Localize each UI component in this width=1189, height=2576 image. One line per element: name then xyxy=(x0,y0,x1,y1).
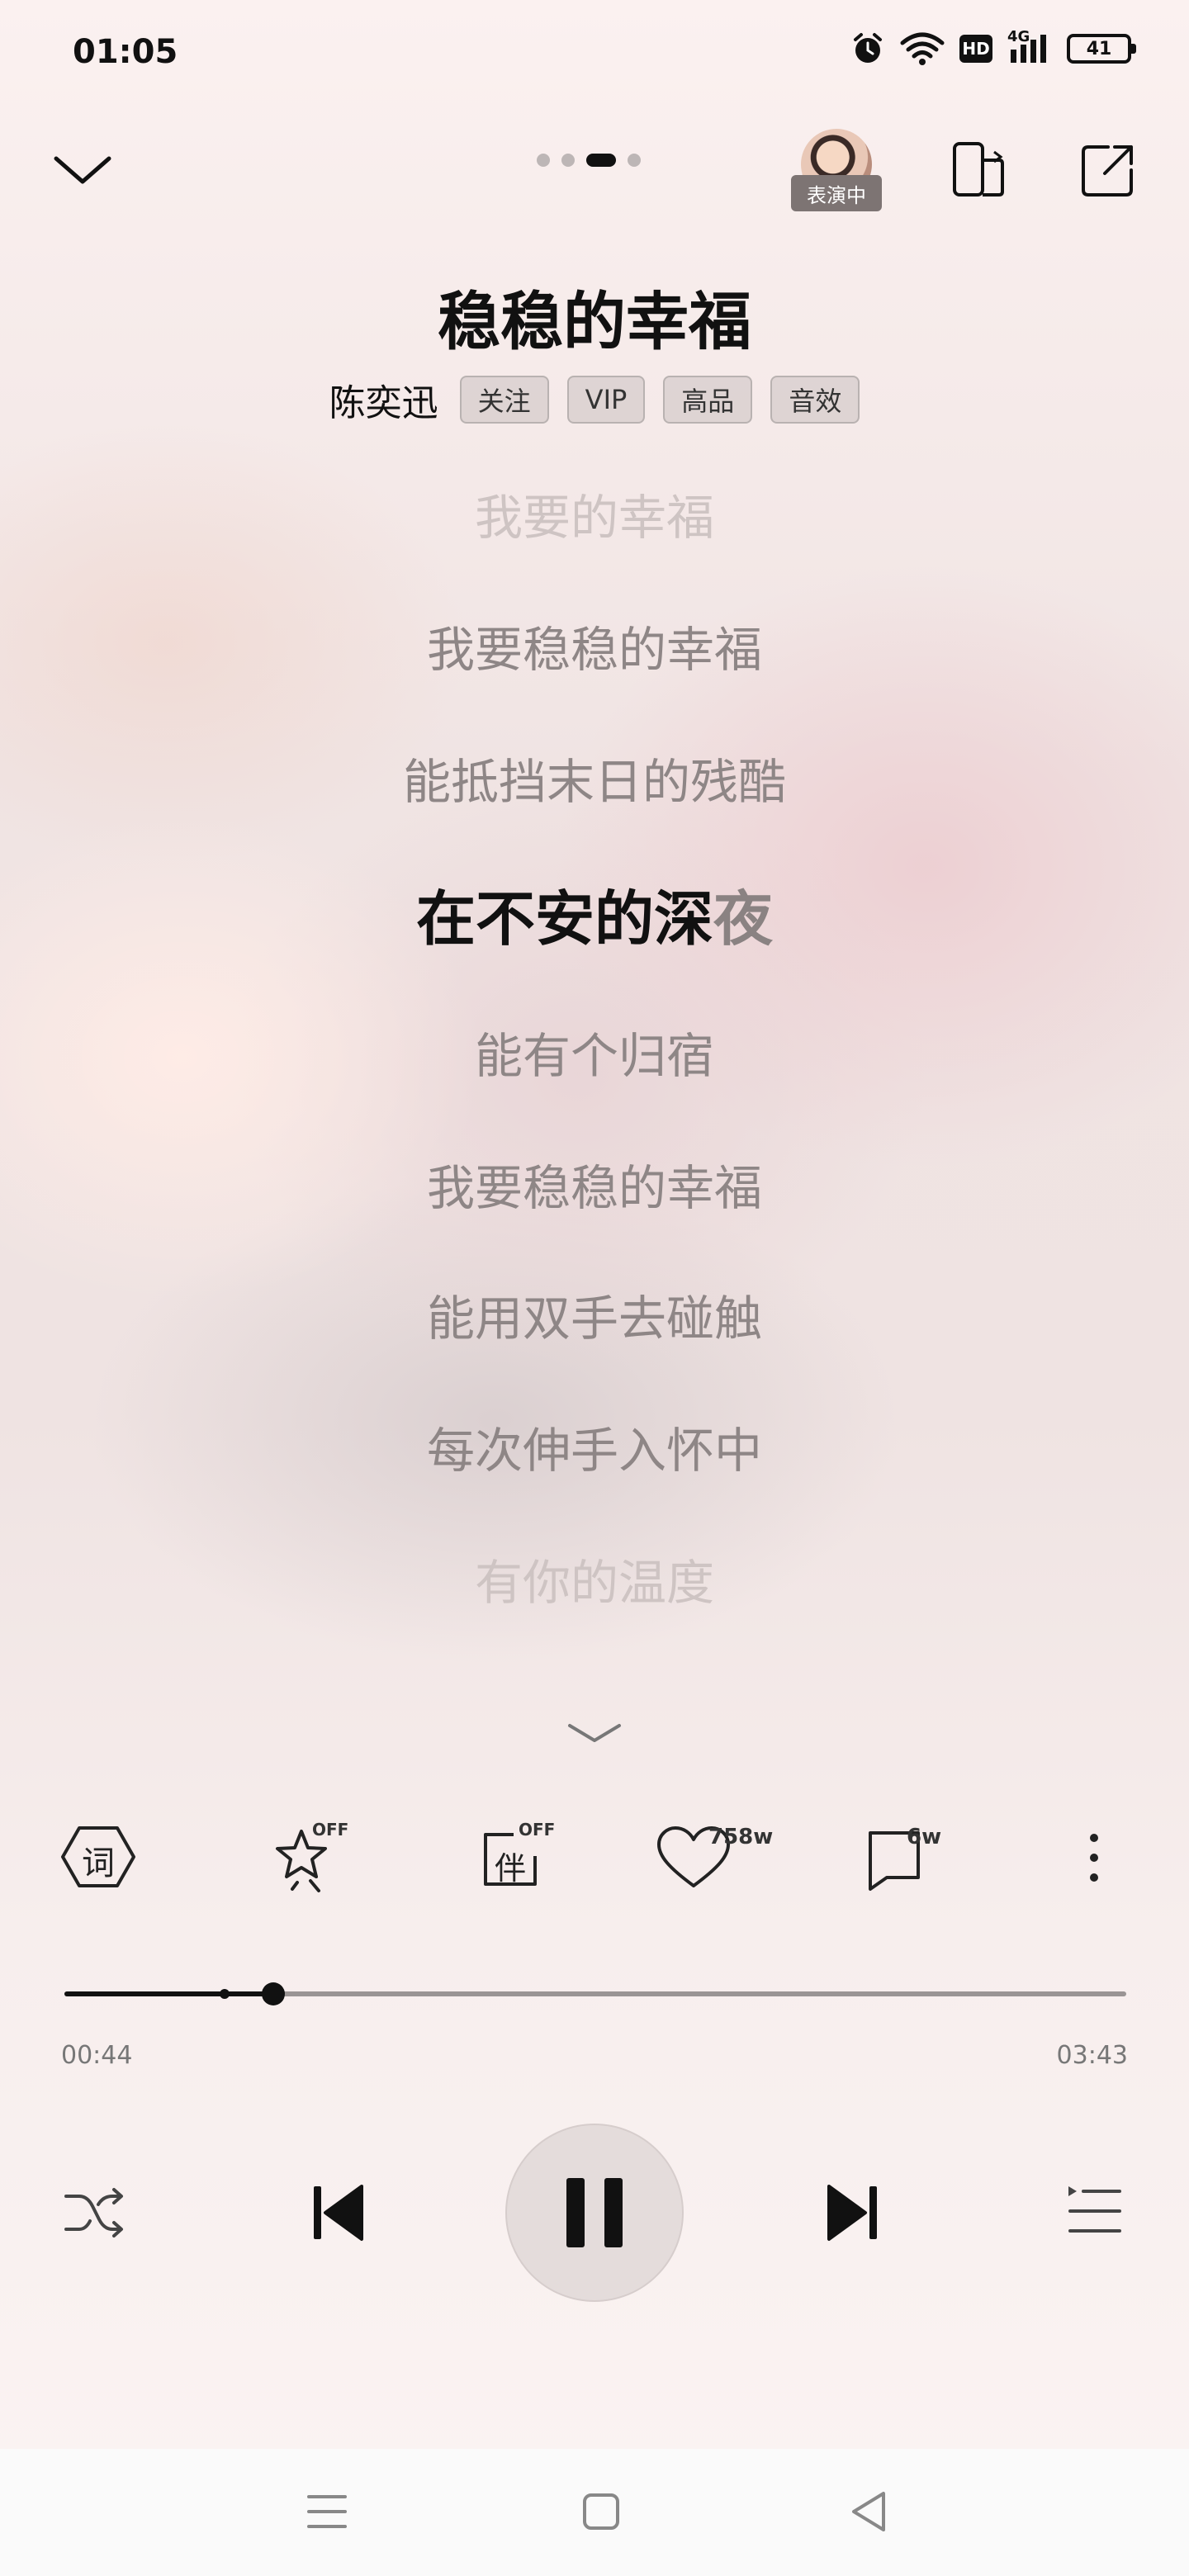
live-badge: 表演中 xyxy=(791,175,882,211)
more-button[interactable] xyxy=(1065,1811,1156,1902)
accompany-off-label: OFF xyxy=(519,1820,556,1840)
elapsed-time: 00:44 xyxy=(61,2041,133,2070)
comment-button[interactable]: 6w xyxy=(859,1811,950,1902)
more-icon xyxy=(1090,1834,1098,1882)
progress-fill xyxy=(64,1991,274,1996)
artist-row: 陈奕迅 关注 VIP 高品 音效 xyxy=(0,373,1189,426)
lyric-line-current: 在不安的深夜 xyxy=(0,870,1189,957)
accompany-button[interactable]: 伴 OFF xyxy=(462,1811,556,1902)
performer-avatar-button[interactable]: 表演中 xyxy=(791,129,882,211)
device-switch-icon[interactable] xyxy=(950,140,1009,200)
menu-nav-icon[interactable] xyxy=(302,2487,352,2536)
lyric-line: 我要的幸福 xyxy=(474,490,714,546)
like-button[interactable]: 758w xyxy=(652,1811,773,1902)
pause-icon xyxy=(566,2178,585,2247)
lyric-line: 每次伸手入怀中 xyxy=(426,1423,762,1479)
playlist-icon[interactable] xyxy=(1065,2183,1125,2239)
previous-icon[interactable] xyxy=(309,2181,368,2244)
page-dot[interactable] xyxy=(537,154,550,167)
buffer-marker xyxy=(220,1989,230,1999)
lyric-line: 能抵挡末日的残酷 xyxy=(402,754,786,810)
next-icon[interactable] xyxy=(822,2181,882,2244)
home-nav-icon[interactable] xyxy=(576,2487,626,2536)
system-nav-bar xyxy=(0,2449,1189,2576)
lyric-line: 有你的温度 xyxy=(474,1555,714,1611)
lyric-sung: 在不安的深 xyxy=(415,884,713,954)
lyrics-button[interactable]: 词 xyxy=(53,1811,144,1902)
share-icon[interactable] xyxy=(1078,140,1138,200)
total-time: 03:43 xyxy=(1056,2041,1128,2070)
battery-level: 41 xyxy=(1086,38,1112,59)
page-dot[interactable] xyxy=(561,154,575,167)
shuffle-icon[interactable] xyxy=(61,2183,127,2242)
lyrics-expand-chevron-icon[interactable] xyxy=(561,1717,628,1750)
page-dot-active[interactable] xyxy=(586,154,616,167)
song-title: 稳稳的幸福 xyxy=(438,285,751,358)
like-count: 758w xyxy=(708,1825,774,1849)
vip-tag[interactable]: VIP xyxy=(566,376,646,424)
comment-count: 6w xyxy=(907,1825,942,1849)
status-icons: HD 4G 41 xyxy=(850,28,1136,66)
lyric-line: 能有个归宿 xyxy=(474,1028,714,1084)
quality-tag[interactable]: 高品 xyxy=(663,376,753,424)
lyric-line: 能用双手去碰触 xyxy=(426,1290,762,1347)
effects-off-label: OFF xyxy=(312,1820,349,1840)
hd-icon: HD xyxy=(959,35,992,63)
lyrics-icon-label: 词 xyxy=(82,1844,115,1882)
back-nav-icon[interactable] xyxy=(846,2487,895,2536)
lyric-line: 我要稳稳的幸福 xyxy=(426,622,762,678)
progress-slider[interactable] xyxy=(64,1982,1126,2005)
battery-icon: 41 xyxy=(1067,34,1136,64)
signal-4g-icon: 4G xyxy=(1007,28,1052,66)
lyric-line: 我要稳稳的幸福 xyxy=(426,1160,762,1216)
status-time: 01:05 xyxy=(73,33,178,71)
page-indicator[interactable] xyxy=(537,154,641,167)
sound-effect-button[interactable]: OFF xyxy=(256,1811,349,1902)
accompany-icon-label: 伴 xyxy=(494,1850,526,1887)
follow-button[interactable]: 关注 xyxy=(459,376,549,424)
artist-name[interactable]: 陈奕迅 xyxy=(329,373,438,426)
pause-button[interactable] xyxy=(505,2124,684,2302)
pause-icon xyxy=(604,2178,623,2247)
collapse-chevron-down-icon[interactable] xyxy=(50,149,116,190)
alarm-icon xyxy=(854,33,882,63)
lyric-unsung: 夜 xyxy=(713,884,774,954)
page-dot[interactable] xyxy=(628,154,641,167)
sound-effect-tag[interactable]: 音效 xyxy=(770,376,860,424)
progress-thumb[interactable] xyxy=(262,1982,286,2005)
wifi-icon xyxy=(900,32,945,65)
